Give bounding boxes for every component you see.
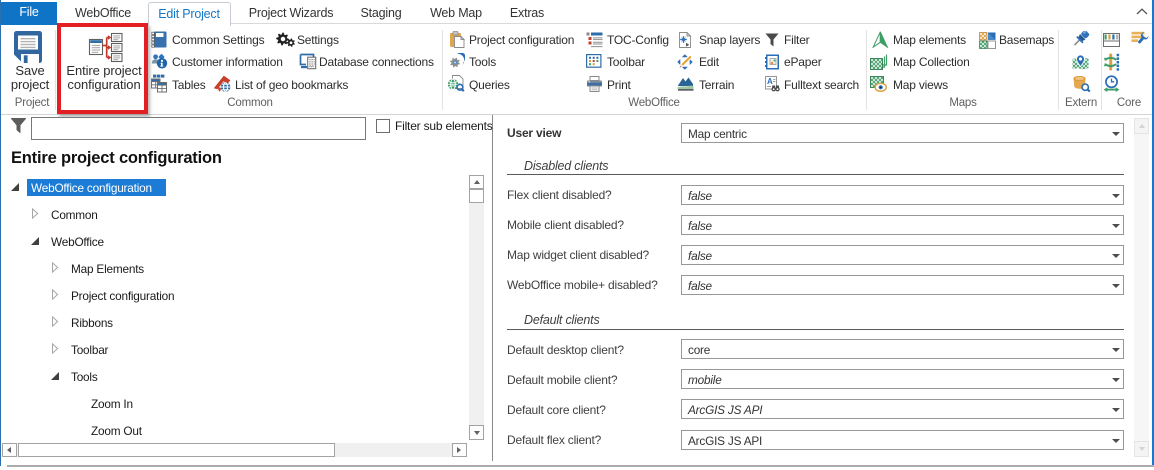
svg-text:A: A [767,77,773,86]
